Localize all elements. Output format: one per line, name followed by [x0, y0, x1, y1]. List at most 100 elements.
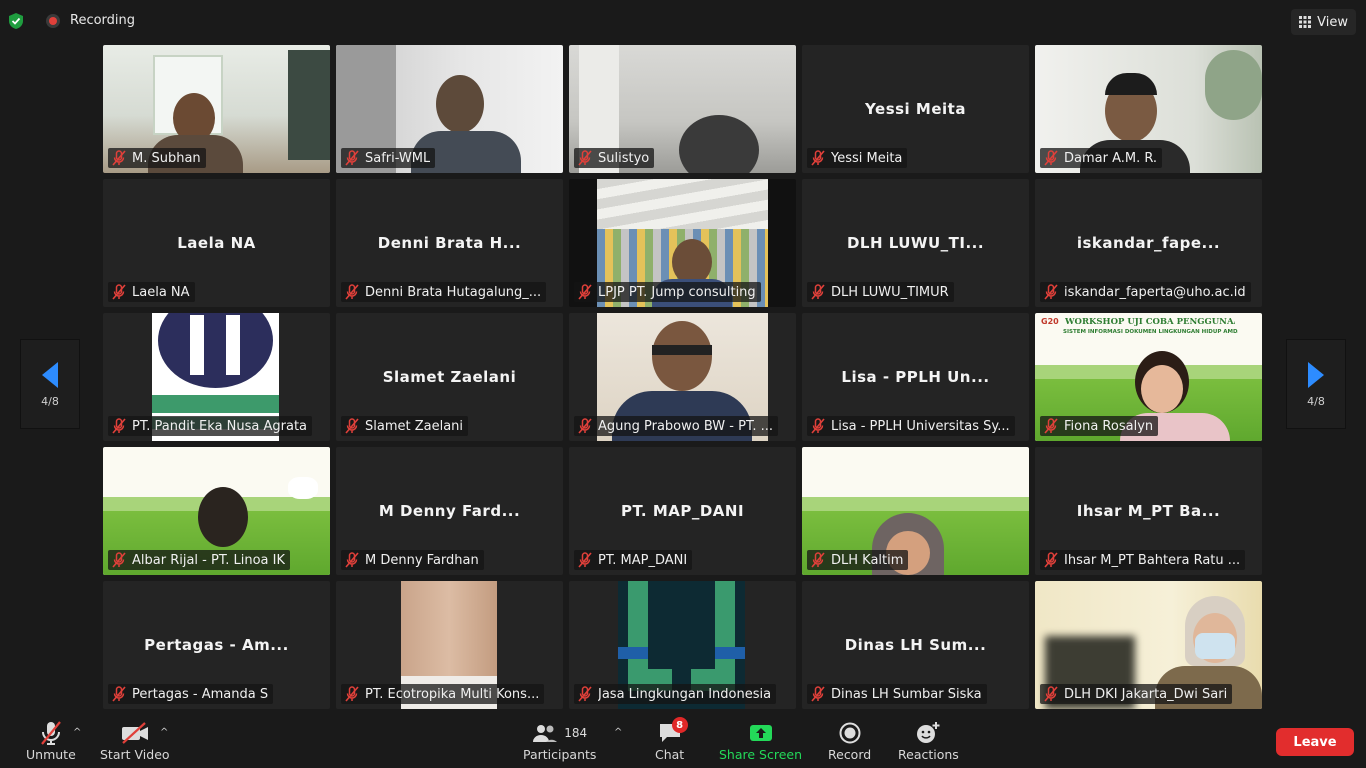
participant-name-bar: DLH Kaltim	[807, 550, 909, 570]
participant-name: Agung Prabowo BW - PT. ...	[598, 418, 774, 434]
participant-name-bar: Dinas LH Sumbar Siska	[807, 684, 987, 704]
participant-tile[interactable]: PT. Ecotropika Multi Kons...	[336, 581, 563, 709]
muted-mic-icon	[1044, 552, 1058, 568]
gallery-grid: M. Subhan Safri-WML Sulistyo Yessi Meita…	[103, 45, 1262, 709]
view-button[interactable]: View	[1291, 9, 1356, 35]
participant-tile[interactable]: Ihsar M_PT Ba... Ihsar M_PT Bahtera Ratu…	[1035, 447, 1262, 575]
participant-name-bar: Safri-WML	[341, 148, 436, 168]
workshop-subtitle: SISTEM INFORMASI DOKUMEN LINGKUNGAN HIDU…	[1063, 329, 1238, 335]
participant-name: M. Subhan	[132, 150, 201, 166]
participant-display-name: Laela NA	[177, 234, 256, 252]
participant-tile[interactable]: Laela NA Laela NA	[103, 179, 330, 307]
record-label: Record	[828, 747, 872, 762]
participants-options-caret[interactable]: ^	[614, 727, 622, 738]
participant-tile[interactable]: DLH LUWU_TI... DLH LUWU_TIMUR	[802, 179, 1029, 307]
participant-name: Albar Rijal - PT. Linoa IK	[132, 552, 285, 568]
participant-name: Dinas LH Sumbar Siska	[831, 686, 982, 702]
participant-name-bar: iskandar_faperta@uho.ac.id	[1040, 282, 1251, 302]
top-bar: Recording View	[0, 0, 1366, 42]
unmute-button[interactable]: Unmute	[26, 719, 76, 762]
participant-tile[interactable]: LPJP PT. Jump consulting	[569, 179, 796, 307]
muted-mic-icon	[811, 418, 825, 434]
video-options-caret[interactable]: ^	[160, 727, 168, 738]
participant-name-bar: Lisa - PPLH Universitas Sy...	[807, 416, 1015, 436]
leave-button[interactable]: Leave	[1276, 728, 1354, 756]
muted-mic-icon	[345, 284, 359, 300]
participant-name-bar: DLH LUWU_TIMUR	[807, 282, 954, 302]
muted-mic-icon	[578, 552, 592, 568]
muted-mic-icon	[112, 552, 126, 568]
chat-button[interactable]: 8 Chat	[655, 717, 688, 762]
participant-name: Denni Brata Hutagalung_...	[365, 284, 542, 300]
participant-name: PT. Pandit Eka Nusa Agrata	[132, 418, 308, 434]
participant-tile[interactable]: Slamet Zaelani Slamet Zaelani	[336, 313, 563, 441]
participant-name-bar: Albar Rijal - PT. Linoa IK	[108, 550, 290, 570]
participant-tile[interactable]: Yessi Meita Yessi Meita	[802, 45, 1029, 173]
participant-name: DLH LUWU_TIMUR	[831, 284, 949, 300]
participant-name-bar: Damar A.M. R.	[1040, 148, 1163, 168]
muted-mic-icon	[578, 284, 592, 300]
arrow-left-icon	[42, 361, 58, 388]
participant-name-bar: Jasa Lingkungan Indonesia	[574, 684, 777, 704]
participant-display-name: Slamet Zaelani	[382, 368, 517, 386]
participant-name: DLH Kaltim	[831, 552, 904, 568]
participant-tile[interactable]: Denni Brata H... Denni Brata Hutagalung_…	[336, 179, 563, 307]
share-screen-icon	[749, 725, 772, 741]
participant-tile[interactable]: G20 WORKSHOP UJI COBA PENGGUNAAN SISTEM …	[1035, 313, 1262, 441]
participant-name-bar: Laela NA	[108, 282, 195, 302]
participant-tile[interactable]: M. Subhan	[103, 45, 330, 173]
participant-name: Slamet Zaelani	[365, 418, 464, 434]
participant-tile[interactable]: Pertagas - Am... Pertagas - Amanda S	[103, 581, 330, 709]
recording-indicator[interactable]: Recording	[46, 13, 135, 28]
participant-tile[interactable]: DLH DKI Jakarta_Dwi Sari	[1035, 581, 1262, 709]
record-button[interactable]: Record	[828, 719, 871, 762]
participant-tile[interactable]: iskandar_fape... iskandar_faperta@uho.ac…	[1035, 179, 1262, 307]
participant-name: Lisa - PPLH Universitas Sy...	[831, 418, 1010, 434]
participant-name: DLH DKI Jakarta_Dwi Sari	[1064, 686, 1228, 702]
participant-display-name: Denni Brata H...	[377, 234, 522, 252]
participants-button[interactable]: 184 Participants	[523, 719, 596, 762]
encryption-shield-icon[interactable]	[8, 12, 24, 30]
start-video-button[interactable]: Start Video	[100, 719, 170, 762]
participants-label: Participants	[523, 747, 597, 762]
reactions-button[interactable]: Reactions	[898, 719, 959, 762]
participant-display-name: Lisa - PPLH Un...	[841, 368, 990, 386]
muted-mic-icon	[345, 552, 359, 568]
video-off-icon	[121, 722, 148, 744]
participant-tile[interactable]: Agung Prabowo BW - PT. ...	[569, 313, 796, 441]
participant-name-bar: Sulistyo	[574, 148, 655, 168]
participant-name-bar: PT. Ecotropika Multi Kons...	[341, 684, 545, 704]
participant-tile[interactable]: Safri-WML	[336, 45, 563, 173]
participant-tile[interactable]: Albar Rijal - PT. Linoa IK	[103, 447, 330, 575]
participant-tile[interactable]: Sulistyo	[569, 45, 796, 173]
participant-name: Laela NA	[132, 284, 190, 300]
muted-mic-icon	[112, 686, 126, 702]
participant-name: M Denny Fardhan	[365, 552, 479, 568]
participant-tile[interactable]: Dinas LH Sum... Dinas LH Sumbar Siska	[802, 581, 1029, 709]
participants-count: 184	[564, 726, 588, 740]
participant-name-bar: DLH DKI Jakarta_Dwi Sari	[1040, 684, 1233, 704]
participant-tile[interactable]: Damar A.M. R.	[1035, 45, 1262, 173]
participant-tile[interactable]: PT. MAP_DANI PT. MAP_DANI	[569, 447, 796, 575]
share-screen-label: Share Screen	[719, 747, 803, 762]
participant-display-name: PT. MAP_DANI	[620, 502, 745, 520]
participant-tile[interactable]: Jasa Lingkungan Indonesia	[569, 581, 796, 709]
participants-icon	[533, 725, 558, 742]
record-icon	[839, 722, 861, 744]
audio-options-caret[interactable]: ^	[73, 727, 81, 738]
participant-tile[interactable]: Lisa - PPLH Un... Lisa - PPLH Universita…	[802, 313, 1029, 441]
participant-name: Sulistyo	[598, 150, 650, 166]
next-page-button[interactable]: 4/8	[1286, 339, 1346, 429]
share-screen-button[interactable]: Share Screen	[719, 719, 802, 762]
participant-display-name: Pertagas - Am...	[144, 636, 289, 654]
muted-mic-icon	[345, 150, 359, 166]
previous-page-button[interactable]: 4/8	[20, 339, 80, 429]
muted-mic-icon	[1044, 284, 1058, 300]
participant-tile[interactable]: DLH Kaltim	[802, 447, 1029, 575]
participant-name: PT. Ecotropika Multi Kons...	[365, 686, 540, 702]
arrow-right-icon	[1308, 361, 1324, 388]
participant-tile[interactable]: PT. Pandit Eka Nusa Agrata	[103, 313, 330, 441]
participant-tile[interactable]: M Denny Fard... M Denny Fardhan	[336, 447, 563, 575]
muted-mic-icon	[811, 552, 825, 568]
participant-name-bar: PT. MAP_DANI	[574, 550, 693, 570]
